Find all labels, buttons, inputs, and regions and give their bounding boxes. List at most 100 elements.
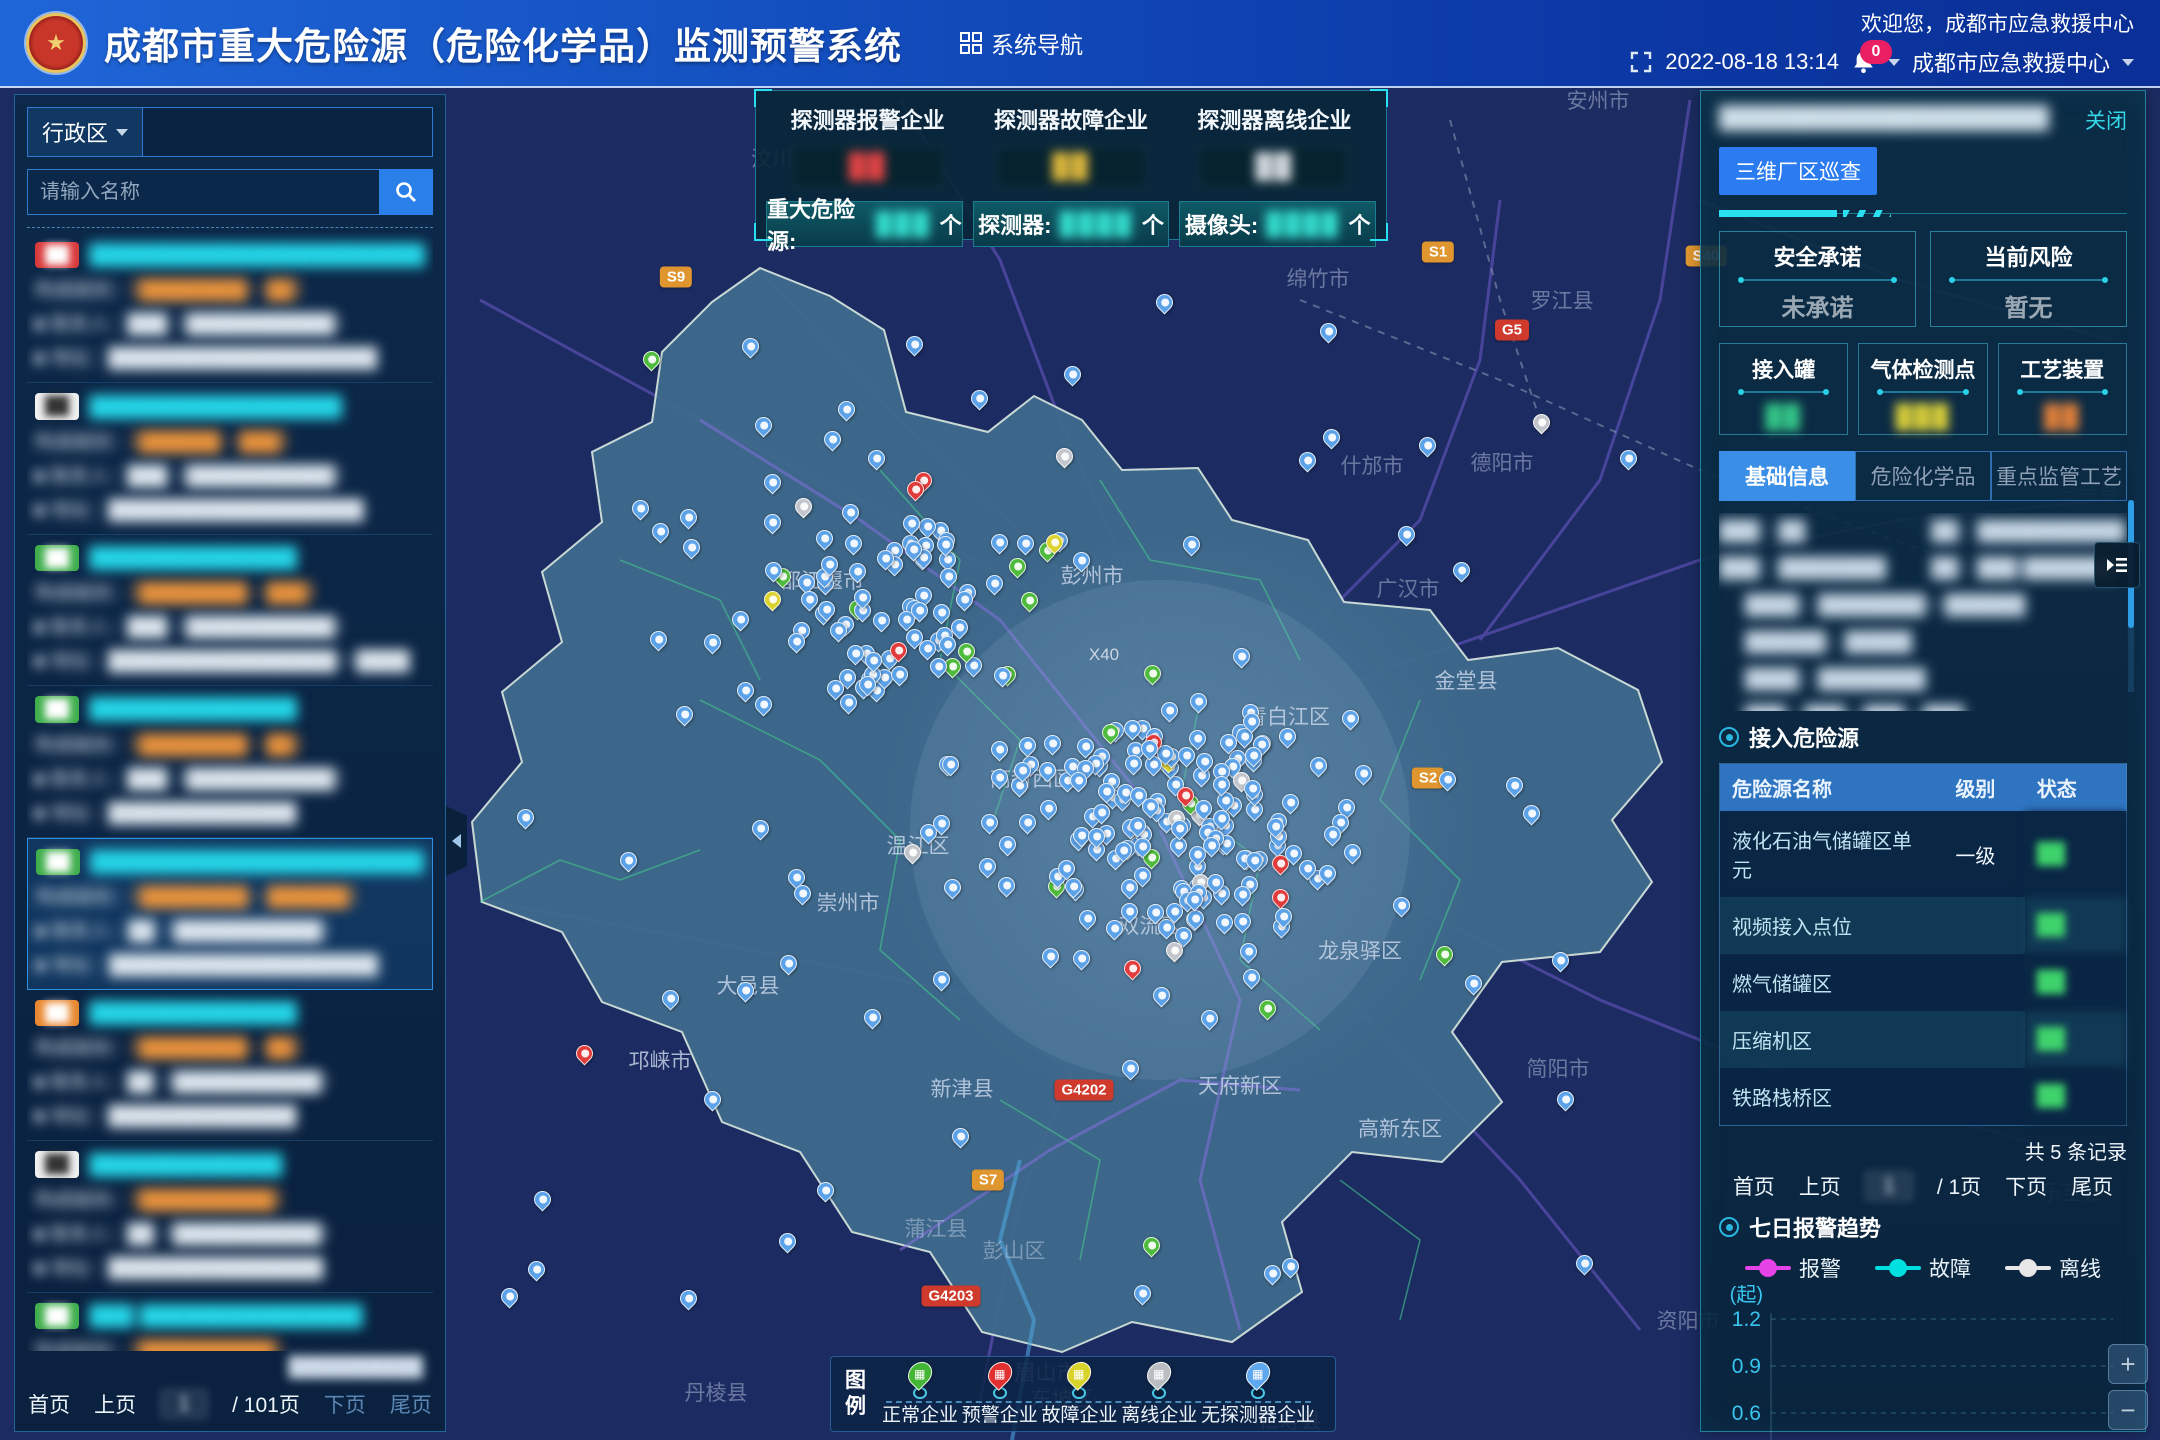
map-marker[interactable] (639, 347, 663, 371)
map-marker[interactable] (748, 816, 772, 840)
map-marker[interactable] (573, 1041, 597, 1065)
map-marker[interactable] (1157, 698, 1181, 722)
map-marker[interactable] (1449, 558, 1473, 582)
map-marker[interactable] (1015, 734, 1039, 758)
map-marker[interactable] (1240, 966, 1264, 990)
map-marker[interactable] (700, 1088, 724, 1112)
map-marker[interactable] (834, 397, 858, 421)
company-list-item[interactable]: ████████████████构成级别：【████████－███】联系人：█… (27, 535, 433, 686)
map-marker[interactable] (752, 413, 776, 437)
map-marker[interactable] (672, 703, 696, 727)
map-marker[interactable] (813, 1178, 837, 1202)
map-marker[interactable] (733, 678, 757, 702)
system-nav-button[interactable]: 系统导航 (960, 26, 1083, 60)
map-marker[interactable] (864, 446, 888, 470)
close-button[interactable]: 关闭 (2085, 105, 2127, 135)
map-marker[interactable] (1462, 972, 1486, 996)
region-filter-dropdown[interactable]: 行政区 (28, 108, 143, 156)
map-marker[interactable] (1339, 706, 1363, 730)
map-marker[interactable] (983, 572, 1007, 596)
page-prev-button[interactable]: 上页 (94, 1389, 136, 1419)
map-marker[interactable] (616, 849, 640, 873)
map-marker[interactable] (761, 511, 785, 535)
map-marker[interactable] (1317, 320, 1341, 344)
map-marker[interactable] (658, 987, 682, 1011)
map-marker[interactable] (949, 1125, 973, 1149)
map-marker[interactable] (1076, 907, 1100, 931)
map-marker[interactable] (760, 587, 784, 611)
panel-collapse-button[interactable] (2094, 542, 2140, 588)
map-marker[interactable] (629, 496, 653, 520)
page-number-input[interactable]: 1 (160, 1389, 208, 1419)
page-first-button[interactable]: 首页 (28, 1389, 70, 1419)
map-marker[interactable] (1278, 1254, 1302, 1278)
map-marker[interactable] (1572, 1251, 1596, 1275)
table-row[interactable]: 铁路栈桥区██ (1720, 1068, 2127, 1126)
table-row[interactable]: 燃气储罐区██ (1720, 954, 2127, 1011)
map-marker[interactable] (1140, 1234, 1164, 1258)
map-marker[interactable] (1131, 1281, 1155, 1305)
sidebar-collapse-handle[interactable] (446, 806, 467, 876)
map-marker[interactable] (738, 335, 762, 359)
map-marker[interactable] (1118, 900, 1142, 924)
company-list-item[interactable]: ██████████████████████████构成级别：【████████… (27, 232, 433, 383)
map-marker[interactable] (1103, 917, 1127, 941)
map-marker[interactable] (1069, 946, 1093, 970)
map-marker[interactable] (1229, 645, 1253, 669)
map-marker[interactable] (846, 560, 870, 584)
notification-button[interactable]: 0 (1851, 50, 1876, 75)
tab-hazardous-chemicals[interactable]: 危险化学品 (1855, 451, 1991, 501)
map-marker[interactable] (728, 608, 752, 632)
company-list-item[interactable]: ███████████████构成级别：【██████████】联系人：██（█… (27, 1141, 433, 1292)
panel-scrollbar[interactable] (2128, 500, 2134, 692)
page-next-button[interactable]: 下页 (2005, 1171, 2047, 1201)
map-marker[interactable] (1037, 796, 1061, 820)
3d-tour-button[interactable]: 三维厂区巡查 (1719, 147, 1877, 195)
zoom-in-button[interactable]: + (2108, 1344, 2148, 1384)
search-input[interactable] (27, 169, 379, 215)
map-marker[interactable] (676, 505, 700, 529)
map-marker[interactable] (1432, 942, 1456, 966)
map-marker[interactable] (1436, 767, 1460, 791)
map-marker[interactable] (1341, 840, 1365, 864)
zoom-out-button[interactable]: − (2108, 1390, 2148, 1430)
map-marker[interactable] (1554, 1088, 1578, 1112)
map-marker[interactable] (1152, 291, 1176, 315)
table-row[interactable]: 视频接入点位██ (1720, 897, 2127, 954)
map-marker[interactable] (1016, 810, 1040, 834)
map-marker[interactable] (1530, 411, 1554, 435)
map-marker[interactable] (1394, 523, 1418, 547)
map-marker[interactable] (1014, 532, 1038, 556)
map-marker[interactable] (1616, 446, 1640, 470)
map-marker[interactable] (821, 427, 845, 451)
map-marker[interactable] (936, 564, 960, 588)
map-marker[interactable] (940, 875, 964, 899)
map-marker[interactable] (513, 806, 537, 830)
map-marker[interactable] (967, 387, 991, 411)
map-marker[interactable] (995, 873, 1019, 897)
map-marker[interactable] (761, 470, 785, 494)
map-marker[interactable] (1053, 445, 1077, 469)
map-marker[interactable] (1307, 753, 1331, 777)
map-marker[interactable] (1237, 939, 1261, 963)
map-marker[interactable] (987, 530, 1011, 554)
map-marker[interactable] (1140, 662, 1164, 686)
map-marker[interactable] (987, 765, 1011, 789)
map-marker[interactable] (978, 810, 1002, 834)
tab-basic-info[interactable]: 基础信息 (1719, 451, 1855, 501)
map-marker[interactable] (1231, 910, 1255, 934)
map-marker[interactable] (995, 832, 1019, 856)
map-marker[interactable] (1179, 532, 1203, 556)
map-marker[interactable] (842, 531, 866, 555)
page-prev-button[interactable]: 上页 (1799, 1171, 1841, 1201)
company-list-item[interactable]: ████████████████构成级别：【████████－██】联系人：██… (27, 686, 433, 837)
map-marker[interactable] (930, 967, 954, 991)
map-marker[interactable] (1017, 588, 1041, 612)
map-marker[interactable] (1278, 791, 1302, 815)
map-marker[interactable] (1198, 1006, 1222, 1030)
table-row[interactable]: 液化石油气储罐区单元一级██ (1720, 811, 2127, 897)
map-marker[interactable] (902, 332, 926, 356)
map-marker[interactable] (860, 1005, 884, 1029)
map-marker[interactable] (776, 1229, 800, 1253)
map-marker[interactable] (869, 609, 893, 633)
